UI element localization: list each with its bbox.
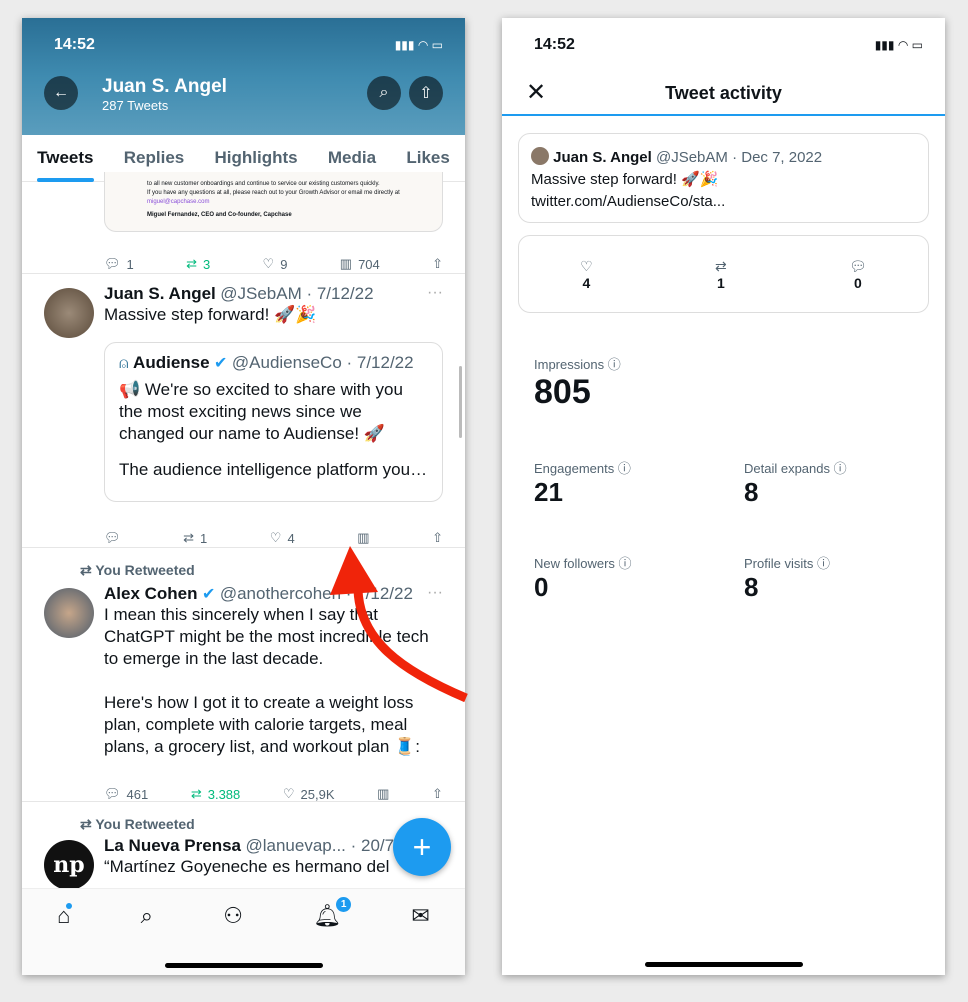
red-arrow-annotation <box>330 546 468 703</box>
